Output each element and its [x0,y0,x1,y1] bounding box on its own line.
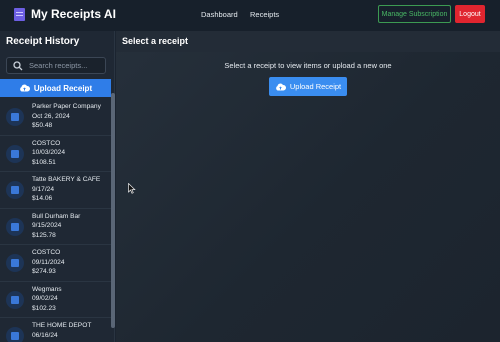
nav-dashboard[interactable]: Dashboard [201,10,238,19]
receipt-icon [14,7,25,21]
search-icon [13,60,23,70]
search-box[interactable] [6,57,106,74]
sidebar-title: Receipt History [6,36,80,47]
receipt-date: 09/11/2024 [32,258,65,266]
receipt-list: Parker Paper Company Oct 26, 2024 $50.48… [0,99,111,342]
receipt-store: THE HOME DEPOT [32,322,92,329]
receipt-list-item[interactable]: Wegmans 09/02/24 $102.23 [0,282,111,318]
receipt-icon [6,254,24,272]
receipt-amount: $274.93 [32,268,56,275]
receipt-date: 9/17/24 [32,185,54,193]
receipt-list-item[interactable]: Tatte BAKERY & CAFE 9/17/24 $14.06 [0,172,111,209]
receipt-icon [6,181,24,199]
main-upload-label: Upload Receipt [289,82,342,91]
manage-subscription-button[interactable]: Manage Subscription [378,5,451,23]
receipt-date: 9/15/2024 [32,222,62,229]
main-panel: Select a receipt Select a receipt to vie… [116,31,500,342]
receipt-date: 06/16/24 [32,331,58,339]
app-title: My Receipts AI [31,7,116,21]
receipt-icon [6,290,24,309]
receipt-amount: $108.51 [32,158,56,166]
receipt-store: Parker Paper Company [32,103,101,110]
receipt-store: Wegmans [32,285,62,293]
receipt-store: Bull Durham Bar [32,212,81,220]
receipt-store: COSTCO [32,249,61,256]
logout-button[interactable]: Logout [455,5,485,23]
receipt-list-item[interactable]: COSTCO 10/03/2024 $108.51 [0,136,111,172]
receipt-icon [6,327,24,342]
receipt-list-item[interactable]: COSTCO 09/11/2024 $274.93 [0,245,111,282]
main-header: Select a receipt [116,31,500,52]
cloud-upload-icon [276,83,286,90]
receipt-store: COSTCO [32,139,61,147]
top-navbar: My Receipts AI Dashboard Receipts Manage… [0,0,500,31]
receipt-list-item[interactable]: THE HOME DEPOT 06/16/24 [0,318,111,342]
receipt-amount: $14.06 [32,195,53,202]
receipt-date: 10/03/2024 [32,149,66,156]
nav-receipts[interactable]: Receipts [250,10,279,19]
sidebar: Receipt History Upload Receipt Parker Pa… [0,31,115,342]
receipt-icon [6,108,24,126]
page-title: Select a receipt [122,36,189,46]
receipt-icon [6,217,24,236]
receipt-date: Oct 26, 2024 [32,112,70,120]
receipt-amount: $125.78 [32,231,56,239]
receipt-icon [6,144,24,163]
receipt-date: 09/02/24 [32,295,58,302]
empty-state-message: Select a receipt to view items or upload… [224,61,392,70]
search-input[interactable] [29,61,105,70]
receipt-list-item[interactable]: Parker Paper Company Oct 26, 2024 $50.48 [0,99,111,136]
receipt-amount: $102.23 [32,304,56,312]
mouse-cursor-icon [128,183,136,194]
receipt-list-item[interactable]: Bull Durham Bar 9/15/2024 $125.78 [0,209,111,245]
sidebar-scrollbar[interactable] [111,93,115,328]
brand[interactable]: My Receipts AI [14,7,116,21]
cloud-upload-icon [20,84,30,92]
receipt-amount: $50.48 [32,122,53,129]
sidebar-upload-label: Upload Receipt [33,83,93,93]
receipt-store: Tatte BAKERY & CAFE [32,176,101,183]
main-upload-button[interactable]: Upload Receipt [269,77,347,96]
sidebar-upload-button[interactable]: Upload Receipt [0,79,111,97]
